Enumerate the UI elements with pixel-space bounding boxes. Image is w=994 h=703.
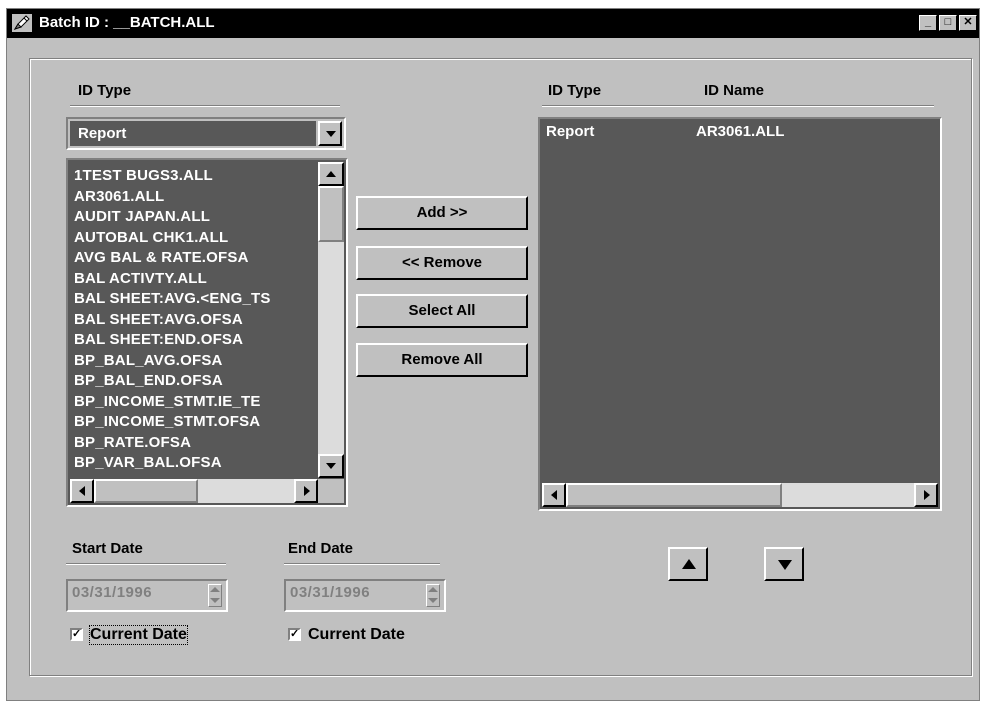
horizontal-scroll-thumb[interactable] (94, 479, 198, 503)
end-current-date-label[interactable]: Current Date (308, 626, 405, 644)
start-current-date-checkbox[interactable]: ✓ (70, 628, 83, 641)
id-type-combo[interactable]: Report (66, 117, 346, 150)
list-item[interactable]: BAL SHEET:AVG.<ENG_TS (74, 289, 322, 310)
start-date-field[interactable]: 03/31/1996 (66, 579, 228, 612)
maximize-button[interactable]: □ (939, 15, 957, 31)
list-item[interactable]: AVG BAL & RATE.OFSA (74, 248, 322, 269)
remove-all-button[interactable]: Remove All (356, 343, 528, 377)
list-item[interactable]: BP_VAR_BAL.OFSA (74, 453, 322, 474)
scroll-left-button[interactable] (70, 479, 94, 503)
start-current-date-label[interactable]: Current Date (89, 625, 188, 645)
list-item[interactable]: BP_BAL_AVG.OFSA (74, 351, 322, 372)
scroll-down-button[interactable] (318, 454, 344, 478)
close-button[interactable]: ✕ (959, 15, 977, 31)
available-vertical-scrollbar[interactable] (318, 162, 344, 478)
scroll-right-button[interactable] (294, 479, 318, 503)
title-bar: Batch ID : __BATCH.ALL _ □ ✕ (7, 9, 979, 38)
selected-row-name[interactable]: AR3061.ALL (696, 123, 784, 140)
combo-dropdown-button[interactable] (318, 121, 342, 146)
list-item[interactable]: BP_RATE.OFSA (74, 433, 322, 454)
scroll-left-icon (79, 486, 85, 496)
end-date-field[interactable]: 03/31/1996 (284, 579, 446, 612)
list-item[interactable]: BAL ACTIVTY.ALL (74, 269, 322, 290)
checkmark-icon: ✓ (72, 628, 82, 640)
id-type-value[interactable]: Report (70, 121, 316, 146)
selected-scroll-left-button[interactable] (542, 483, 566, 507)
end-current-date-checkbox[interactable]: ✓ (288, 628, 301, 641)
scroll-up-button[interactable] (318, 162, 344, 186)
add-button[interactable]: Add >> (356, 196, 528, 230)
start-date-spinner[interactable] (208, 584, 222, 607)
list-item[interactable]: AUDIT JAPAN.ALL (74, 207, 322, 228)
pencil-icon (12, 14, 32, 32)
end-date-value: 03/31/1996 (290, 584, 371, 601)
available-ids-list[interactable]: 1TEST BUGS3.ALL AR3061.ALL AUDIT JAPAN.ALL… (66, 158, 348, 507)
scroll-right-icon (304, 486, 310, 496)
move-up-button[interactable] (668, 547, 708, 581)
end-date-divider (284, 563, 440, 565)
list-item[interactable]: AUTOBAL CHK1.ALL (74, 228, 322, 249)
chevron-down-icon (326, 131, 336, 137)
available-ids-items: 1TEST BUGS3.ALL AR3061.ALL AUDIT JAPAN.ALL… (74, 166, 322, 476)
spin-down-icon (428, 598, 438, 603)
selected-horizontal-thumb[interactable] (566, 483, 782, 507)
scroll-right-icon (924, 490, 930, 500)
selected-id-name-header: ID Name (704, 82, 765, 99)
minimize-button[interactable]: _ (919, 15, 937, 31)
list-item[interactable]: BAL SHEET:AVG.OFSA (74, 310, 322, 331)
remove-all-button-label: Remove All (401, 351, 483, 368)
scroll-up-icon (326, 171, 336, 177)
spin-up-icon (210, 587, 220, 592)
start-date-value: 03/31/1996 (72, 584, 153, 601)
start-date-divider (66, 563, 226, 565)
vertical-scroll-thumb[interactable] (318, 186, 344, 242)
start-date-label: Start Date (72, 540, 143, 557)
available-horizontal-scrollbar[interactable] (70, 479, 318, 503)
window-title: Batch ID : __BATCH.ALL (39, 14, 215, 31)
end-date-spinner[interactable] (426, 584, 440, 607)
selected-ids-list[interactable]: Report AR3061.ALL (538, 117, 942, 511)
checkmark-icon: ✓ (290, 628, 300, 640)
end-date-label: End Date (288, 540, 354, 557)
select-all-button[interactable]: Select All (356, 294, 528, 328)
spin-up-icon (428, 587, 438, 592)
list-item[interactable]: BP_INCOME_STMT.OFSA (74, 412, 322, 433)
select-all-button-label: Select All (408, 302, 476, 319)
remove-button[interactable]: << Remove (356, 246, 528, 280)
selected-id-type-header: ID Type (548, 82, 602, 99)
add-button-label: Add >> (416, 204, 468, 221)
id-type-label: ID Type (78, 82, 132, 99)
list-item[interactable]: BAL SHEET:END.OFSA (74, 330, 322, 351)
scroll-left-icon (551, 490, 557, 500)
move-down-button[interactable] (764, 547, 804, 581)
list-item[interactable]: BP_INCOME_STMT.IE_TE (74, 392, 322, 413)
spin-down-icon (210, 598, 220, 603)
id-type-divider (70, 105, 340, 107)
list-item[interactable]: AR3061.ALL (74, 187, 322, 208)
remove-button-label: << Remove (401, 254, 483, 271)
scroll-down-icon (326, 463, 336, 469)
selected-row-type[interactable]: Report (546, 123, 594, 140)
list-item[interactable]: BP_BAL_END.OFSA (74, 371, 322, 392)
down-arrow-icon (778, 560, 792, 570)
list-item[interactable]: 1TEST BUGS3.ALL (74, 166, 322, 187)
up-arrow-icon (682, 559, 696, 569)
selected-horizontal-scrollbar[interactable] (542, 483, 938, 507)
selected-scroll-right-button[interactable] (914, 483, 938, 507)
selected-header-divider (542, 105, 934, 107)
scroll-corner (318, 479, 344, 503)
